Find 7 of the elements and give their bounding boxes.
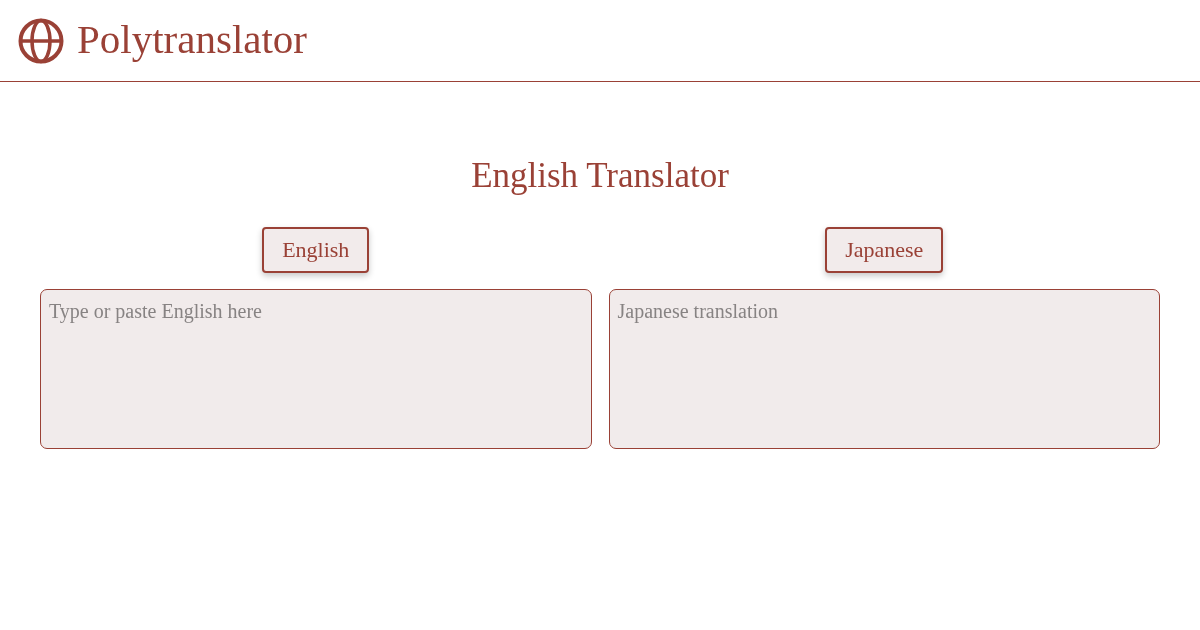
text-area[interactable]: Japanese translation (608, 289, 1160, 449)
page-heading: English Translator (470, 155, 730, 197)
language-button[interactable]: Japanese (825, 227, 944, 273)
language-button[interactable]: English (262, 227, 370, 273)
text-area[interactable]: Type or paste English here (40, 289, 592, 449)
globe-icon (18, 17, 64, 64)
app-title: Polytranslator (77, 19, 308, 62)
